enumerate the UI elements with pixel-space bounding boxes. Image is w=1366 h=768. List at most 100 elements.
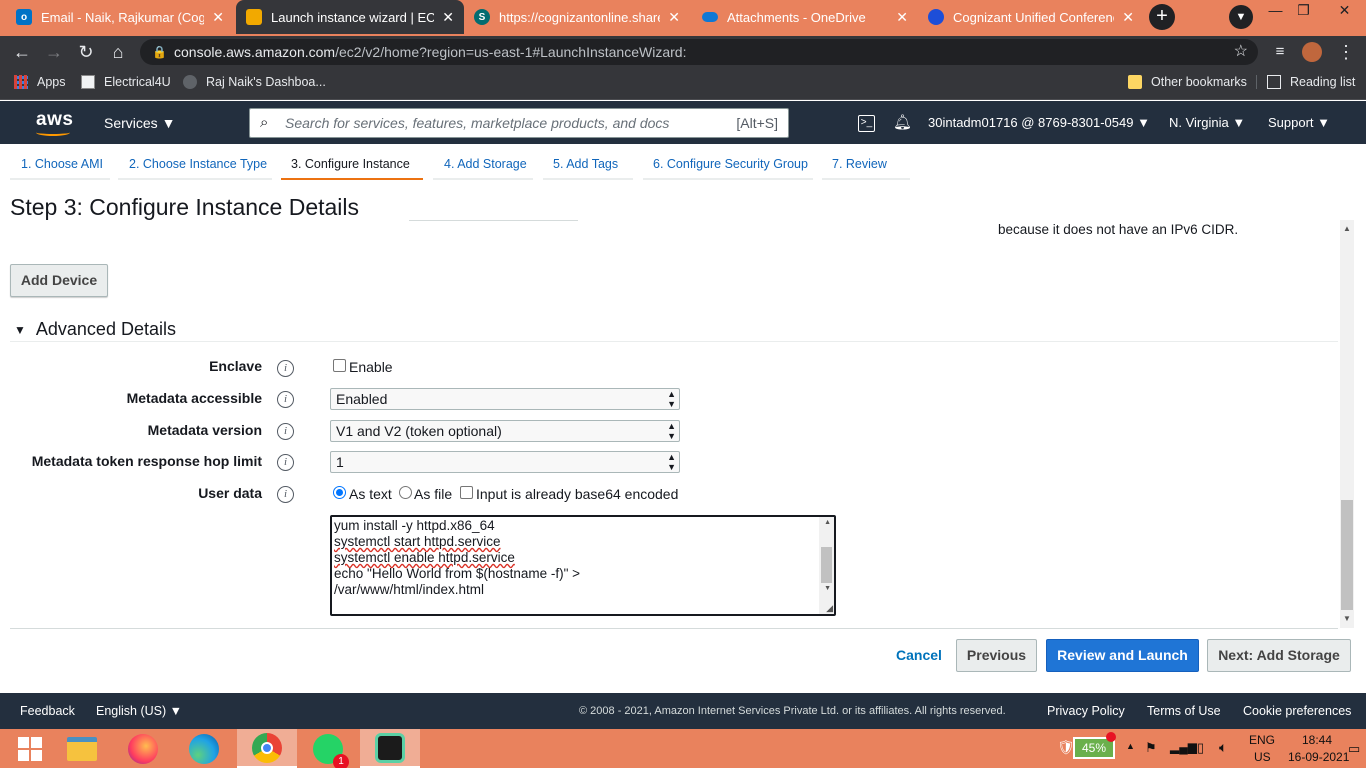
forward-icon[interactable]: → (42, 40, 66, 64)
info-icon[interactable]: i (277, 423, 294, 440)
start-button[interactable] (0, 729, 60, 768)
notifications-bell-icon[interactable]: 🔔︎ (893, 113, 912, 131)
language-selector[interactable]: English (US) ▼ (96, 704, 182, 718)
info-icon[interactable]: i (277, 486, 294, 503)
notifications-icon[interactable]: ▭ (1348, 741, 1360, 757)
tab-email[interactable]: o Email - Naik, Rajkumar (Cogniz ✕ (6, 0, 234, 34)
step-security-group[interactable]: 6. Configure Security Group (653, 157, 808, 171)
close-icon[interactable]: ✕ (212, 9, 224, 26)
close-icon[interactable]: ✕ (668, 9, 680, 26)
close-icon[interactable]: ✕ (896, 9, 908, 26)
chrome-icon[interactable] (237, 729, 297, 768)
step-review[interactable]: 7. Review (832, 157, 887, 171)
show-hidden-icons[interactable]: ▲ (1126, 741, 1135, 751)
file-explorer-icon[interactable] (52, 729, 112, 768)
scroll-down-icon[interactable]: ▼ (824, 585, 831, 592)
aws-search-input[interactable]: ⌕ Search for services, features, marketp… (249, 108, 789, 138)
window-close-icon[interactable]: ✕ (1322, 2, 1366, 19)
hop-limit-select[interactable]: 1 ▲ ▼ (330, 451, 680, 473)
add-device-button[interactable]: Add Device (10, 264, 108, 297)
advanced-details-toggle[interactable]: ▼ Advanced Details (14, 319, 176, 340)
volume-icon[interactable]: 🔈︎ (1219, 739, 1227, 756)
clock-time[interactable]: 18:44 (1292, 733, 1342, 747)
aws-logo[interactable]: aws (36, 109, 73, 136)
address-path: /ec2/v2/home?region=us-east-1#LaunchInst… (335, 44, 687, 60)
address-bar[interactable]: 🔒 console.aws.amazon.com/ec2/v2/home?reg… (140, 39, 1258, 65)
select-value: 1 (336, 454, 344, 470)
cookie-preferences-link[interactable]: Cookie preferences (1243, 704, 1351, 718)
privacy-policy-link[interactable]: Privacy Policy (1047, 704, 1125, 718)
home-icon[interactable]: ⌂ (106, 40, 130, 64)
notification-badge: 1 (333, 753, 349, 768)
previous-button[interactable]: Previous (956, 639, 1037, 672)
region-menu[interactable]: N. Virginia ▼ (1169, 115, 1245, 130)
bookmark-electrical4u[interactable]: Electrical4U (81, 75, 171, 89)
info-icon[interactable]: i (277, 454, 294, 471)
browser-tab-strip: o Email - Naik, Rajkumar (Cogniz ✕ Launc… (0, 0, 1366, 36)
resize-handle-icon[interactable]: ◢ (826, 603, 833, 614)
as-text-radio[interactable] (333, 486, 346, 499)
account-menu[interactable]: 30intadm01716 @ 8769-8301-0549 ▼ (928, 115, 1150, 130)
maximize-icon[interactable]: ❐ (1281, 2, 1326, 19)
whatsapp-icon[interactable]: 1 (298, 729, 358, 768)
bookmarks-bar: Apps Electrical4U Raj Naik's Dashboa... … (0, 68, 1366, 100)
edge-icon[interactable] (174, 729, 234, 768)
copyright-text: © 2008 - 2021, Amazon Internet Services … (579, 705, 1006, 717)
services-menu[interactable]: Services ▼ (104, 115, 175, 131)
support-menu[interactable]: Support ▼ (1268, 115, 1330, 130)
back-icon[interactable]: ← (10, 40, 34, 64)
webex-taskbar-icon[interactable] (360, 729, 420, 768)
step-add-tags[interactable]: 5. Add Tags (553, 157, 618, 171)
clock-date[interactable]: 16-09-2021 (1288, 750, 1349, 764)
close-icon[interactable]: ✕ (1122, 9, 1134, 26)
scroll-down-icon[interactable]: ▼ (1340, 614, 1354, 623)
language-indicator-bottom[interactable]: US (1254, 750, 1271, 764)
bookmark-star-icon[interactable]: ☆ (1234, 39, 1248, 65)
review-and-launch-button[interactable]: Review and Launch (1046, 639, 1199, 672)
info-icon[interactable]: i (277, 391, 294, 408)
tab-onedrive[interactable]: Attachments - OneDrive ✕ (692, 0, 918, 34)
scroll-up-icon[interactable]: ▲ (1340, 224, 1354, 233)
flag-icon[interactable]: ⚑ (1145, 740, 1157, 756)
tab-search-icon[interactable]: ▼ (1229, 5, 1253, 29)
bookmark-dashboard[interactable]: Raj Naik's Dashboa... (183, 75, 326, 89)
media-queue-icon[interactable]: ≡ (1268, 40, 1292, 64)
close-icon[interactable]: ✕ (442, 9, 454, 26)
reload-icon[interactable]: ↻ (74, 40, 98, 64)
next-add-storage-button[interactable]: Next: Add Storage (1207, 639, 1351, 672)
info-icon[interactable]: i (277, 360, 294, 377)
network-icon[interactable]: ▂▄▆ (1170, 740, 1197, 754)
scroll-up-icon[interactable]: ▲ (824, 519, 831, 526)
step-choose-instance-type[interactable]: 2. Choose Instance Type (129, 157, 267, 171)
other-bookmarks[interactable]: Other bookmarks (1128, 75, 1247, 89)
tab-sharepoint[interactable]: S https://cognizantonline.sharep ✕ (464, 0, 690, 34)
step-underline (822, 178, 910, 180)
step-add-storage[interactable]: 4. Add Storage (444, 157, 527, 171)
bookmark-apps[interactable]: Apps (14, 75, 66, 89)
profile-avatar[interactable] (1300, 40, 1324, 64)
metadata-accessible-select[interactable]: Enabled ▲ ▼ (330, 388, 680, 410)
language-indicator-top[interactable]: ENG (1249, 733, 1275, 747)
divider (10, 341, 1338, 342)
reading-list[interactable]: Reading list (1256, 75, 1355, 89)
menu-icon[interactable]: ⋮ (1334, 40, 1358, 64)
tab-label: https://cognizantonline.sharep (499, 9, 661, 25)
metadata-version-select[interactable]: V1 and V2 (token optional) ▲ ▼ (330, 420, 680, 442)
step-choose-ami[interactable]: 1. Choose AMI (21, 157, 103, 171)
device-icon[interactable]: ▯ (1197, 740, 1204, 756)
tab-launch-instance-wizard[interactable]: Launch instance wizard | EC2 M ✕ (236, 0, 464, 34)
tab-conferencing[interactable]: Cognizant Unified Conferencin ✕ (918, 0, 1144, 34)
step-configure-instance[interactable]: 3. Configure Instance (291, 157, 410, 171)
new-tab-button[interactable]: + (1149, 4, 1175, 30)
cloudshell-icon[interactable]: >_ (858, 115, 875, 132)
feedback-link[interactable]: Feedback (20, 704, 75, 718)
terms-of-use-link[interactable]: Terms of Use (1147, 704, 1221, 718)
as-file-radio[interactable] (399, 486, 412, 499)
base64-checkbox[interactable] (460, 486, 473, 499)
user-data-textarea[interactable]: yum install -y httpd.x86_64 systemctl st… (330, 515, 836, 616)
textarea-scrollbar-thumb[interactable] (821, 547, 832, 583)
enclave-checkbox[interactable] (333, 359, 346, 372)
cancel-button[interactable]: Cancel (896, 647, 942, 663)
firefox-icon[interactable] (113, 729, 173, 768)
page-scrollbar-thumb[interactable] (1341, 500, 1353, 610)
